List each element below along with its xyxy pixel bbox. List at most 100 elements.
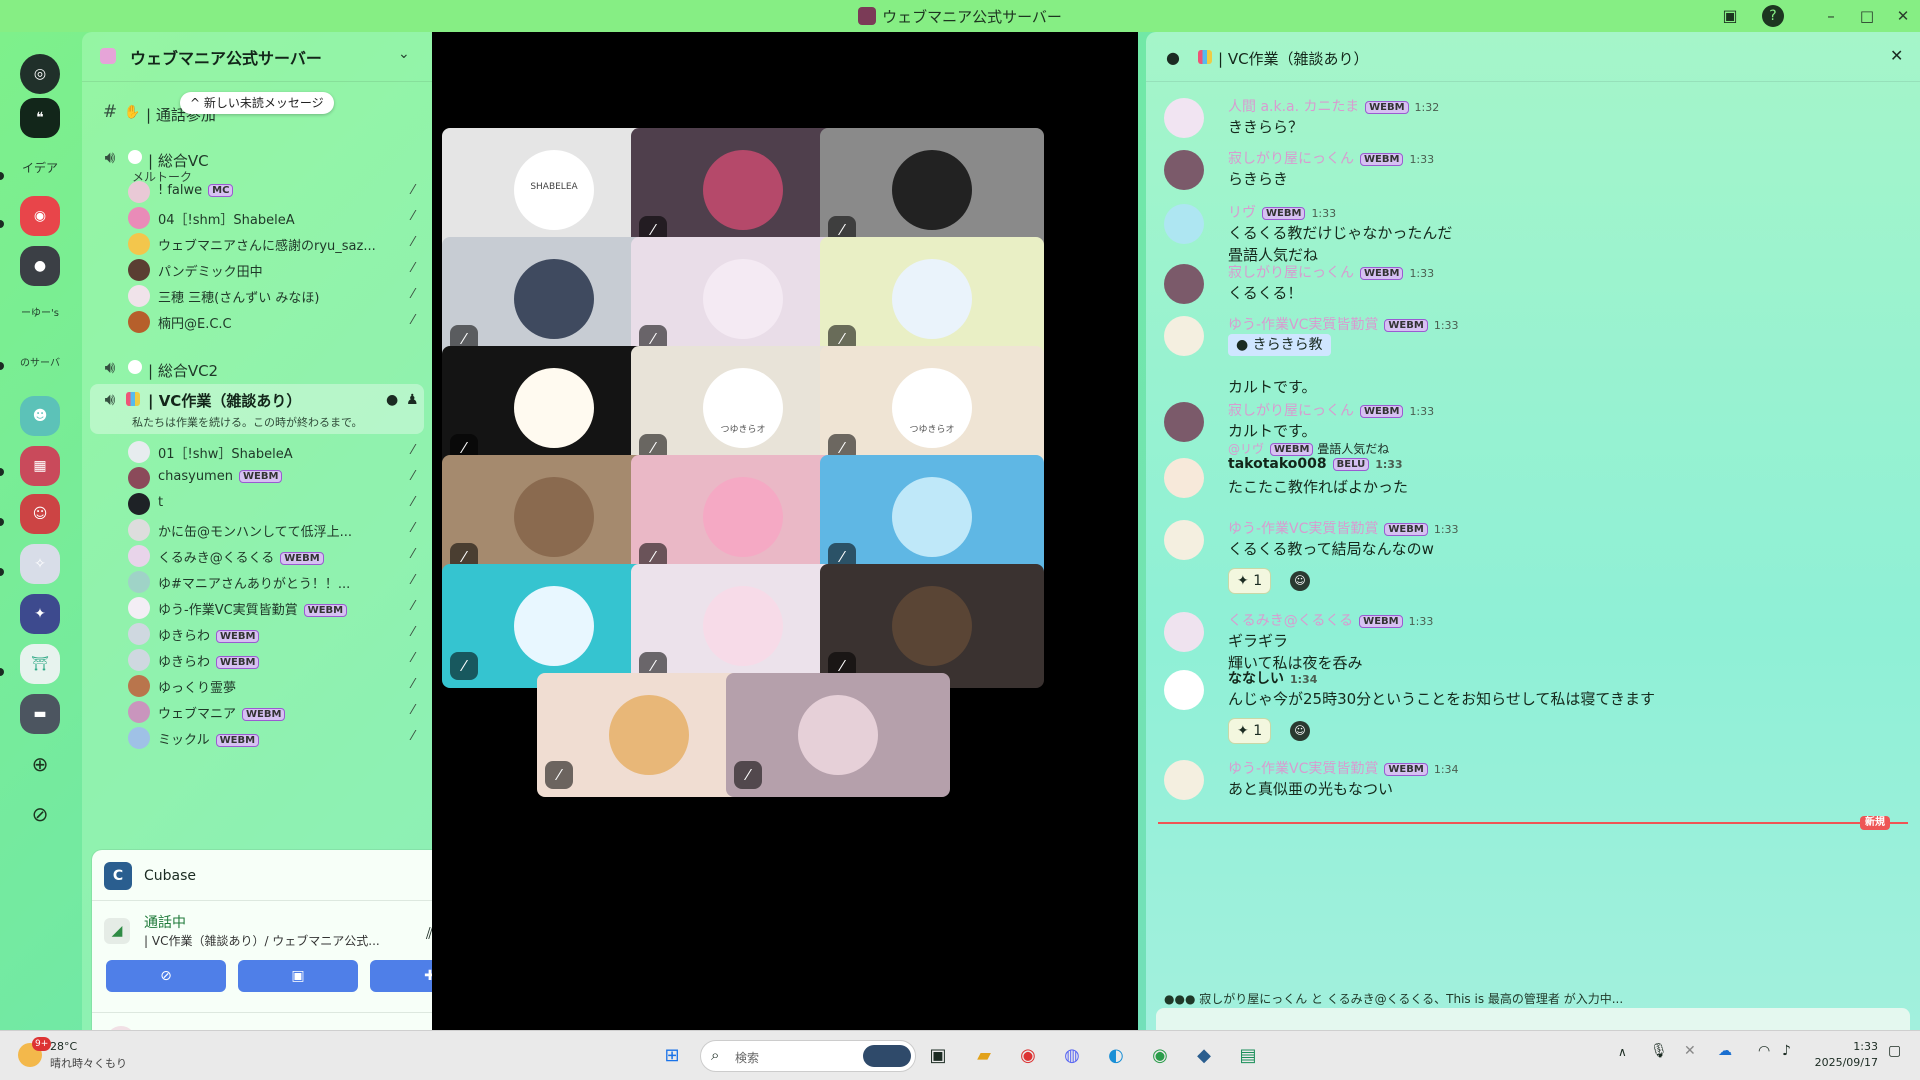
server-icon-avatar-1[interactable]: ● <box>20 246 60 286</box>
mic-icon[interactable]: 🎙︎ <box>1650 1043 1668 1059</box>
minimize-button[interactable]: – <box>1816 4 1846 28</box>
clock-date[interactable]: 2025/09/17 <box>1808 1056 1878 1069</box>
file-explorer-icon[interactable]: ▰ <box>968 1040 1000 1072</box>
server-icon-avatar-7[interactable]: ⛩ <box>20 644 60 684</box>
inbox-icon[interactable]: ▣ <box>1718 4 1742 28</box>
help-icon[interactable]: ? <box>1762 5 1784 27</box>
server-icon-quote[interactable]: ❝ <box>20 98 60 138</box>
message-author[interactable]: ゆう-作業VC実質皆勤賞 WEBM 1:33 <box>1228 314 1459 334</box>
voice-user-row[interactable]: 三穂 三穂(さんずい みなほ) ⁄ <box>124 282 422 308</box>
maximize-button[interactable]: □ <box>1852 4 1882 28</box>
avatar[interactable] <box>1164 264 1204 304</box>
bluetooth-icon[interactable]: ✕ <box>1684 1043 1696 1059</box>
server-icon-discord-red[interactable]: ◉ <box>20 196 60 236</box>
avatar[interactable] <box>1164 316 1204 356</box>
avatar[interactable] <box>1164 98 1204 138</box>
server-icon-avatar-6[interactable]: ✦ <box>20 594 60 634</box>
message-input[interactable] <box>1156 1008 1910 1030</box>
voice-user-row[interactable]: かに缶@モンハンしてて低浮上... ⁄ <box>124 516 422 542</box>
voice-status[interactable]: 通話中 <box>144 912 186 932</box>
server-icon-text-2[interactable]: のサーバ <box>20 344 60 384</box>
voice-user-row[interactable]: ウェブマニア WEBM ⁄ <box>124 698 422 724</box>
discord-icon[interactable]: ◍ <box>1056 1040 1088 1072</box>
notification-icon[interactable]: ▢ <box>1888 1043 1901 1059</box>
close-window-button[interactable]: ✕ <box>1888 4 1918 28</box>
edge-icon[interactable]: ◐ <box>1100 1040 1132 1072</box>
task-view-icon[interactable]: ▣ <box>922 1040 954 1072</box>
add-reaction-icon[interactable]: ☺ <box>1290 721 1310 741</box>
avatar[interactable] <box>1164 760 1204 800</box>
voice-user-row[interactable]: パンデミック田中 ⁄ <box>124 256 422 282</box>
video-tile[interactable]: ⁄ <box>820 455 1044 579</box>
chevron-down-icon[interactable]: ⌄ <box>398 46 410 62</box>
server-header[interactable]: ウェブマニア公式サーバー ⌄ <box>82 32 432 82</box>
discover-icon[interactable]: ⊘ <box>20 794 60 834</box>
onedrive-icon[interactable]: ☁ <box>1718 1043 1732 1059</box>
discord-home-icon[interactable]: ◎ <box>20 54 60 94</box>
avatar[interactable] <box>1164 520 1204 560</box>
volume-icon[interactable]: ♪ <box>1782 1043 1791 1059</box>
message-author[interactable]: 寂しがり屋にっくん WEBM 1:33 <box>1228 400 1434 420</box>
clock-time[interactable]: 1:33 <box>1818 1040 1878 1053</box>
message-author[interactable]: くるみき@くるくる WEBM 1:33 <box>1228 610 1433 630</box>
channel-mention[interactable]: ● きらきら教 <box>1228 334 1331 356</box>
search-box[interactable]: ⌕ 検索 <box>700 1040 916 1072</box>
voice-user-row[interactable]: ゆきらわ WEBM ⁄ <box>124 620 422 646</box>
voice-user-row[interactable]: ! falwe MC ⁄ <box>124 178 422 204</box>
message-author[interactable]: ななしい 1:34 <box>1228 668 1317 688</box>
voice-user-row[interactable]: ゆきらわ WEBM ⁄ <box>124 646 422 672</box>
reaction-chip[interactable]: ✦ 1 <box>1228 718 1272 744</box>
voice-user-row[interactable]: 楠円@E.C.C ⁄ <box>124 308 422 334</box>
chrome-profile-icon[interactable]: ◉ <box>1144 1040 1176 1072</box>
screen-share-button[interactable]: ▣ <box>238 960 358 992</box>
message-author[interactable]: リヴ WEBM 1:33 <box>1228 202 1336 222</box>
server-name[interactable]: ウェブマニア公式サーバー <box>130 45 322 69</box>
notepad-icon[interactable]: ▤ <box>1232 1040 1264 1072</box>
video-tile[interactable]: つゆきらオ ⁄ <box>820 346 1044 470</box>
voice-user-row[interactable]: ゆう-作業VC実質皆勤賞 WEBM ⁄ <box>124 594 422 620</box>
camera-off-button[interactable]: ⊘ <box>106 960 226 992</box>
chrome-icon[interactable]: ◉ <box>1012 1040 1044 1072</box>
avatar[interactable] <box>1164 612 1204 652</box>
chat-bubble-icon[interactable]: ● <box>386 392 398 408</box>
video-tile[interactable]: ⁄ <box>726 673 950 797</box>
avatar[interactable] <box>1164 402 1204 442</box>
voice-user-row[interactable]: ゆっくり霊夢 ⁄ <box>124 672 422 698</box>
video-tile[interactable]: ⁄ <box>820 564 1044 688</box>
server-icon-avatar-2[interactable]: ☻ <box>20 396 60 436</box>
server-icon-avatar-5[interactable]: ✧ <box>20 544 60 584</box>
invite-icon[interactable]: ♟ <box>406 392 419 408</box>
server-icon-text-1[interactable]: ーゆー's <box>20 294 60 334</box>
voice-user-row[interactable]: 04［!shm］ShabeleA ⁄ <box>124 204 422 230</box>
server-icon-avatar-8[interactable]: ▬ <box>20 694 60 734</box>
server-icon-avatar-3[interactable]: ▦ <box>20 446 60 486</box>
new-unread-messages-pill[interactable]: ^ 新しい未読メッセージ <box>180 92 334 114</box>
message-author[interactable]: 人間 a.k.a. カニたま WEBM 1:32 <box>1228 96 1439 116</box>
voice-user-row[interactable]: ミックル WEBM ⁄ <box>124 724 422 750</box>
voice-user-row[interactable]: 01［!shw］ShabeleA ⁄ <box>124 438 422 464</box>
video-tile[interactable]: ⁄ <box>820 237 1044 361</box>
message-author[interactable]: 寂しがり屋にっくん WEBM 1:33 <box>1228 262 1434 282</box>
channel-voice-vc2[interactable]: 🔊︎ | 総合VC2 <box>92 354 422 382</box>
wifi-icon[interactable]: ◠ <box>1758 1043 1770 1059</box>
message-author[interactable]: ゆう-作業VC実質皆勤賞 WEBM 1:33 <box>1228 518 1459 538</box>
channel-voice-vc3-selected[interactable]: 🔊︎ | VC作業（雑談あり） ● ♟ 私たちは作業を続ける。この時が終わるまで… <box>90 384 424 434</box>
message-author[interactable]: takotako008 BELU 1:33 <box>1228 456 1403 472</box>
reply-preview[interactable]: @リヴ WEBM 畳語人気だね <box>1228 440 1389 457</box>
message-author[interactable]: 寂しがり屋にっくん WEBM 1:33 <box>1228 148 1434 168</box>
add-server-icon[interactable]: ⊕ <box>20 744 60 784</box>
avatar[interactable] <box>1164 150 1204 190</box>
voice-user-row[interactable]: ウェブマニアさんに感謝のryu_saz... ⁄ <box>124 230 422 256</box>
avatar[interactable] <box>1164 458 1204 498</box>
close-icon[interactable]: ✕ <box>1890 46 1903 65</box>
voice-user-row[interactable]: t ⁄ <box>124 490 422 516</box>
add-reaction-icon[interactable]: ☺ <box>1290 571 1310 591</box>
reaction-chip[interactable]: ✦ 1 <box>1228 568 1272 594</box>
chevron-up-icon[interactable]: ∧ <box>1618 1045 1627 1059</box>
voice-location[interactable]: | VC作業（雑談あり）/ ウェブマニア公式... <box>144 932 380 949</box>
server-icon-avatar-4[interactable]: ☺ <box>20 494 60 534</box>
server-icon-idea[interactable]: イデア <box>20 148 60 188</box>
message-author[interactable]: ゆう-作業VC実質皆勤賞 WEBM 1:34 <box>1228 758 1459 778</box>
avatar[interactable] <box>1164 204 1204 244</box>
voice-user-row[interactable]: ゆ#マニアさんありがとう！！... ⁄ <box>124 568 422 594</box>
